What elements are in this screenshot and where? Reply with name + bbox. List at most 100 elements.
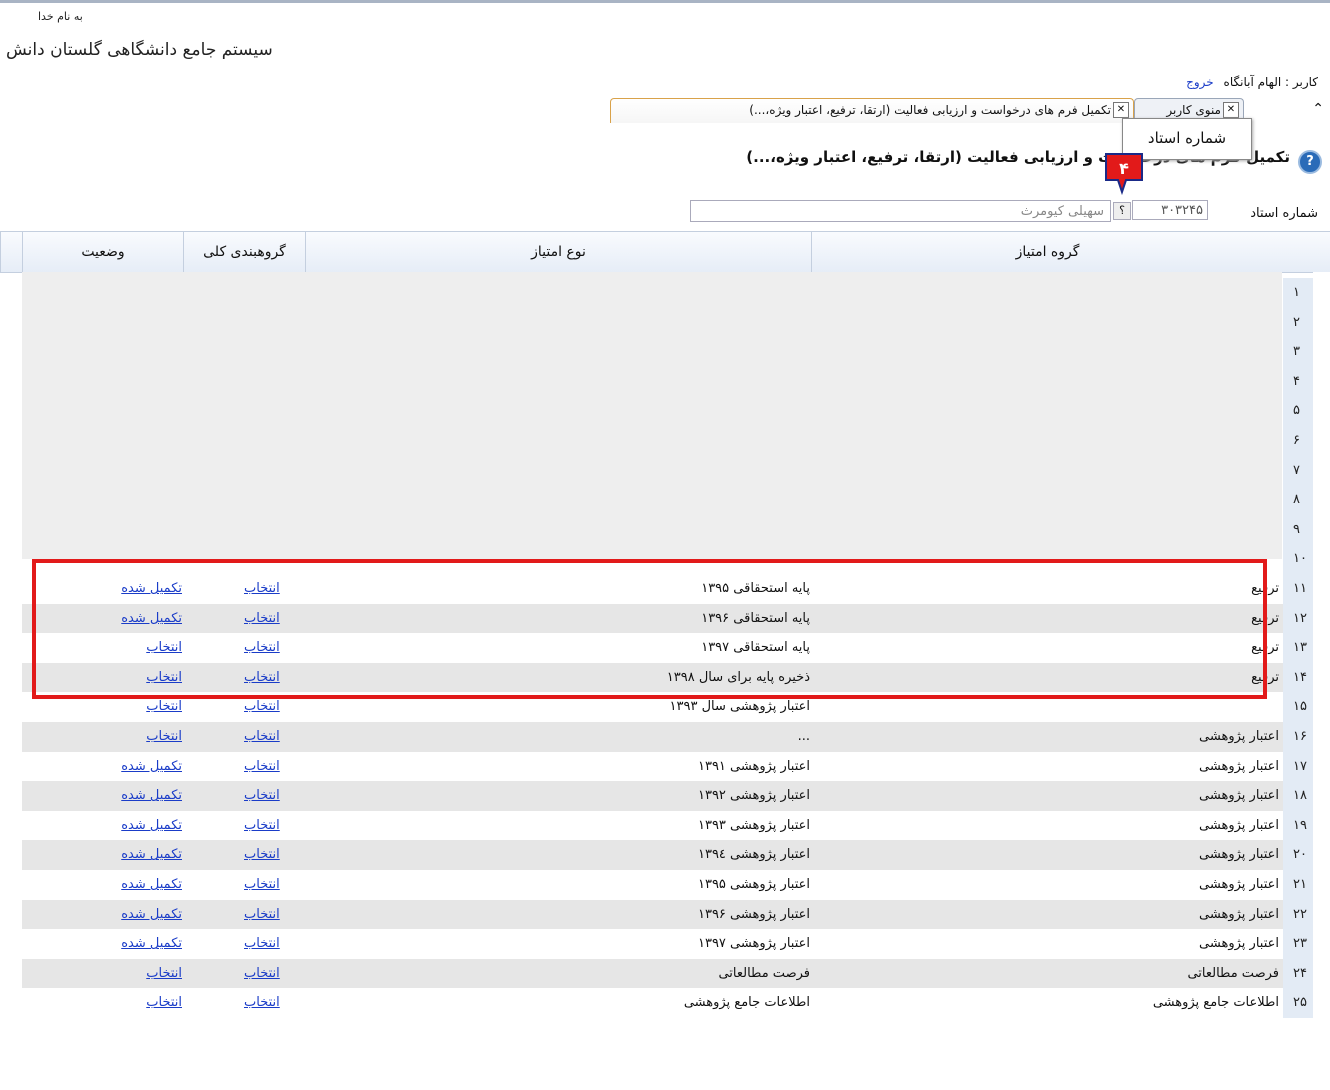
select-category-link[interactable]: انتخاب [244,900,280,930]
status-link[interactable]: انتخاب [94,959,182,989]
row-number: ۱۰ [1283,544,1313,575]
cell-type: اعتبار پژوهشی ۱۳۹۵ [697,877,810,892]
select-category-link[interactable]: انتخاب [244,870,280,900]
status-link[interactable]: تکمیل شده [94,811,182,841]
row-number: ۱۲ [1283,603,1313,634]
row-number: ۸ [1283,485,1313,516]
row-number: ۲۵ [1283,988,1313,1019]
table-row: اعتبار پژوهشی اعتبار پژوهشی ۱۳۹۷ انتخاب تکم… [22,929,1283,960]
cell-type: اعتبار پژوهشی ۱۳۹۱ [697,758,810,774]
cell-type: اعتبار پژوهشی ۱۳۹۷ [697,936,810,952]
status-link[interactable]: تکمیل شده [94,929,182,959]
cell-group: ترفیع [1251,581,1279,596]
cell-group: اعتبار پژوهشی [1199,729,1279,744]
cell-group: اعتبار پژوهشی [1199,788,1279,804]
row-number: ۹ [1283,514,1313,545]
select-category-link[interactable]: انتخاب [244,604,280,634]
row-number: ۱۵ [1283,692,1313,723]
row-number: ۱۷ [1283,751,1313,782]
row-number: ۱۱ [1283,574,1313,604]
table-row: اعتبار پژوهشی اعتبار پژوهشی ۱۳۹۵ انتخاب تکم… [22,870,1283,900]
cell-type: اعتبار پژوهشی ۱۳۹۳ [697,817,810,833]
row-number: ۴ [1283,366,1313,397]
table-row: اعتبار پژوهشی... انتخاب انتخاب [22,722,1283,752]
status-link[interactable]: تکمیل شده [94,604,182,634]
table-row: اعتبار پژوهشی اعتبار پژوهشی ۱۳۹۲ انتخاب تکم… [22,781,1283,812]
status-link[interactable]: انتخاب [94,663,182,693]
cell-type: پایه استحقاقی ۱۳۹۶ [701,610,810,626]
row-number: ۲۱ [1283,870,1313,900]
row-number: ۲۰ [1283,840,1313,871]
status-link[interactable]: تکمیل شده [94,900,182,930]
table-row: اعتبار پژوهشی اعتبار پژوهشی ۱۳۹٤ انتخاب تکم… [22,840,1283,871]
select-category-link[interactable]: انتخاب [244,988,280,1018]
select-category-link[interactable]: انتخاب [244,840,280,870]
status-link[interactable]: تکمیل شده [94,574,182,604]
cell-type: ذخیره پایه برای سال ۱۳۹۸ [666,669,810,685]
table-row: ترفیع ذخیره پایه برای سال ۱۳۹۸ انتخاب انتخا… [22,662,1283,693]
status-link[interactable]: تکمیل شده [94,870,182,900]
cell-type: اعتبار پژوهشی ۱۳۹۲ [697,788,810,804]
status-link[interactable]: انتخاب [94,633,182,663]
row-number: ۲۲ [1283,899,1313,930]
cell-group: اعتبار پژوهشی [1199,877,1279,892]
row-number: ۲۳ [1283,929,1313,960]
select-category-link[interactable]: انتخاب [244,752,280,782]
row-number: ۱۹ [1283,810,1313,841]
status-link[interactable]: انتخاب [94,988,182,1018]
row-number: ۶ [1283,426,1313,456]
select-category-link[interactable]: انتخاب [244,633,280,663]
cell-group: ترفیع [1251,669,1279,685]
cell-group: ترفیع [1251,640,1279,656]
select-category-link[interactable]: انتخاب [244,959,280,989]
cell-type: پایه استحقاقی ۱۳۹۵ [701,581,810,596]
cell-type: اطلاعات جامع پژوهشی [683,995,810,1011]
select-category-link[interactable]: انتخاب [244,929,280,959]
cell-group: اعتبار پژوهشی [1199,847,1279,863]
cell-group: اعتبار پژوهشی [1199,817,1279,833]
table-row: اعتبار پژوهشی اعتبار پژوهشی ۱۳۹۱ انتخاب تکم… [22,751,1283,782]
row-number: ۱۶ [1283,722,1313,752]
table-row: فرصت مطالعاتی فرصت مطالعاتی انتخاب انتخاب [22,958,1283,989]
cell-group: اعتبار پژوهشی [1199,936,1279,952]
select-category-link[interactable]: انتخاب [244,722,280,752]
table-row: اعتبار پژوهشی سال ۱۳۹۳ انتخاب انتخاب [22,692,1283,723]
table-row: ترفیع پایه استحقاقی ۱۳۹۶ انتخاب تکمیل شده [22,603,1283,634]
status-link[interactable]: تکمیل شده [94,781,182,811]
row-number: ۲ [1283,307,1313,338]
row-number: ۵ [1283,396,1313,427]
table-row: اعتبار پژوهشی اعتبار پژوهشی ۱۳۹۶ انتخاب تکم… [22,899,1283,930]
select-category-link[interactable]: انتخاب [244,692,280,722]
row-number: ۲۴ [1283,958,1313,989]
table-row: اعتبار پژوهشی اعتبار پژوهشی ۱۳۹۳ انتخاب تکم… [22,810,1283,841]
grid-body: ۱ ۲ ۳ ۴ ۵ ۶ ۷ ۸ ۹ ۱۰ ۱۱ ترفیع پایه استحقاقی ۱۳۹۵ انتخ… [0,0,1330,1090]
status-link[interactable]: انتخاب [94,722,182,752]
table-row: ترفیع پایه استحقاقی ۱۳۹۷ انتخاب انتخاب [22,633,1283,664]
cell-type: اعتبار پژوهشی سال ۱۳۹۳ [669,699,810,715]
row-number: ۱۸ [1283,781,1313,812]
select-category-link[interactable]: انتخاب [244,663,280,693]
cell-type: ... [797,729,810,744]
cell-group: اعتبار پژوهشی [1199,758,1279,774]
select-category-link[interactable]: انتخاب [244,574,280,604]
select-category-link[interactable]: انتخاب [244,781,280,811]
status-link[interactable]: انتخاب [94,692,182,722]
cell-group: اطلاعات جامع پژوهشی [1152,995,1279,1011]
table-row: ترفیع پایه استحقاقی ۱۳۹۵ انتخاب تکمیل شده [22,574,1283,604]
select-category-link[interactable]: انتخاب [244,811,280,841]
row-number: ۱۴ [1283,662,1313,693]
cell-group: فرصت مطالعاتی [1187,965,1279,981]
status-link[interactable]: تکمیل شده [94,752,182,782]
table-row: اطلاعات جامع پژوهشی اطلاعات جامع پژوهشی ان… [22,988,1283,1019]
status-link[interactable]: تکمیل شده [94,840,182,870]
cell-type: اعتبار پژوهشی ۱۳۹٤ [697,847,810,863]
row-number: ۱۳ [1283,633,1313,664]
cell-type: اعتبار پژوهشی ۱۳۹۶ [697,906,810,922]
row-number: ۱ [1283,278,1313,308]
cell-type: فرصت مطالعاتی [718,965,810,981]
cell-group: اعتبار پژوهشی [1199,906,1279,922]
row-number: ۳ [1283,337,1313,368]
row-number: ۷ [1283,455,1313,486]
cell-group: ترفیع [1251,610,1279,626]
cell-type: پایه استحقاقی ۱۳۹۷ [701,640,810,656]
